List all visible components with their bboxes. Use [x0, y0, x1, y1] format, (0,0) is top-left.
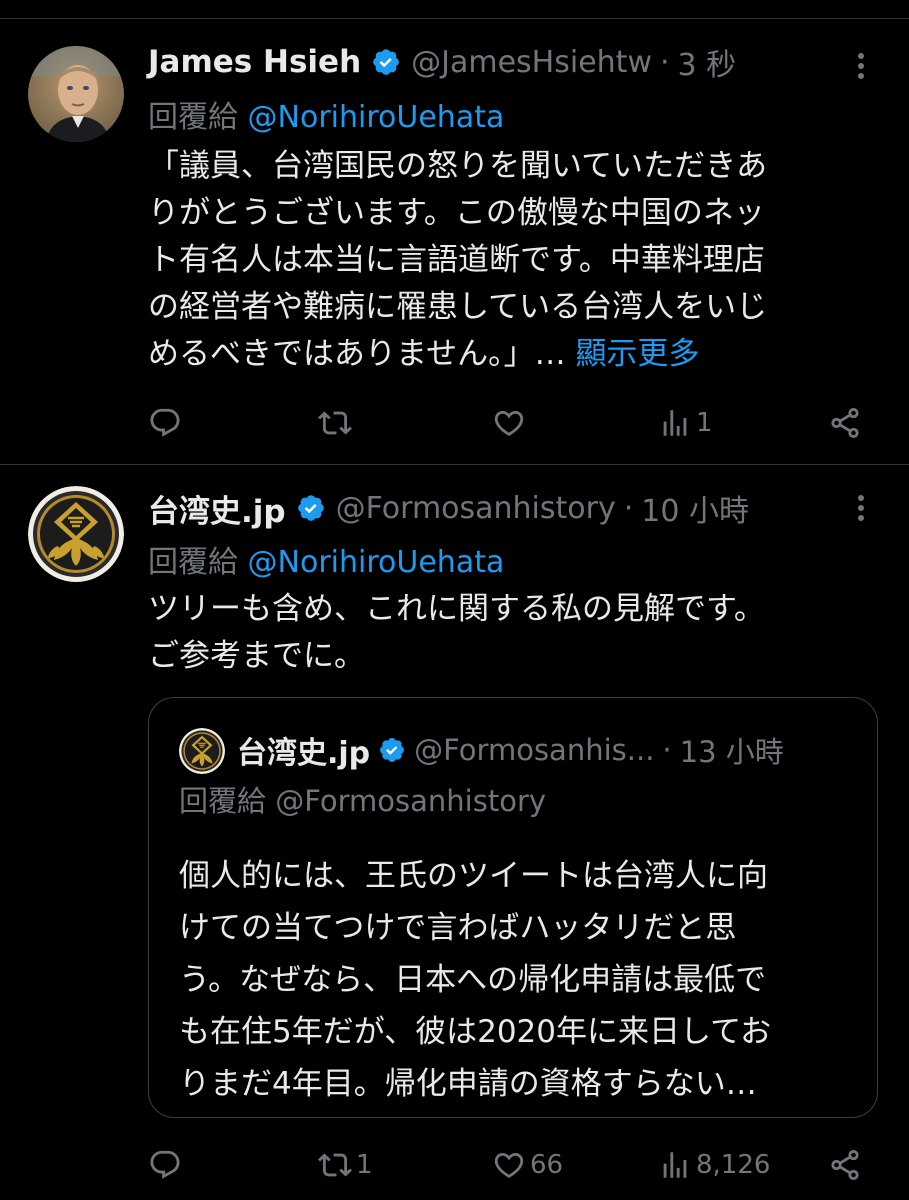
verified-badge-icon — [378, 736, 406, 764]
separator-dot: · — [662, 733, 672, 767]
more-options-icon[interactable] — [851, 490, 871, 526]
quoted-tweet-header: 台湾史.jp @Formosanhis... · 13 小時 — [237, 728, 784, 772]
tweet-text-line: ト有名人は本当に言語道断です。中華料理店 — [148, 242, 765, 278]
views-count: 8,126 — [696, 1150, 771, 1180]
avatar[interactable] — [28, 486, 124, 582]
views-button[interactable]: 1 — [658, 401, 713, 445]
timestamp[interactable]: 3 秒 — [678, 40, 737, 84]
replying-to: 回覆給 @NorihiroUehata — [148, 92, 504, 136]
separator-dot: · — [623, 490, 634, 526]
tweet-text-line: ツリーも含め、これに関する私の見解です。 — [148, 591, 765, 627]
tweet-text-line-last: めるべきではありません。」… 顯示更多 — [148, 331, 767, 378]
like-button[interactable]: 66 — [492, 1143, 563, 1187]
tweet-text-line: ご参考までに。 — [148, 638, 365, 674]
avatar[interactable] — [28, 46, 124, 142]
display-name[interactable]: 台湾史.jp — [148, 486, 286, 531]
separator-dot: · — [659, 44, 670, 80]
retweet-button[interactable]: 1 — [318, 1143, 373, 1187]
retweet-count: 1 — [356, 1150, 373, 1180]
replying-to: 回覆給 @NorihiroUehata — [148, 537, 504, 581]
heart-icon — [494, 410, 524, 436]
tweet-text: 「議員、台湾国民の怒りを聞いていただきあ りがとうございます。この傲慢な中国のネ… — [148, 143, 767, 378]
share-button[interactable] — [828, 401, 862, 445]
quoted-text-line: 個人的には、王氏のツイートは台湾人に向 — [179, 858, 768, 894]
crest-logo-icon — [28, 486, 124, 582]
quoted-tweet-card[interactable]: 台湾史.jp @Formosanhis... · 13 小時 回覆給 @Form… — [148, 697, 878, 1118]
avatar-portrait-image — [28, 46, 124, 142]
reply-prefix: 回覆給 — [179, 784, 267, 818]
quoted-text-line: う。なぜなら、日本への帰化申請は最低で — [179, 962, 767, 998]
display-name[interactable]: James Hsieh — [148, 44, 361, 80]
like-count: 66 — [530, 1150, 564, 1180]
share-icon — [831, 1149, 859, 1181]
reply-mention-link[interactable]: @NorihiroUehata — [248, 545, 505, 580]
quoted-text-line: りまだ4年目。帰化申請の資格すらない… — [179, 1066, 757, 1102]
tweet-header: James Hsieh @JamesHsiehtw · 3 秒 — [148, 40, 736, 84]
quoted-avatar — [179, 728, 225, 774]
reply-button[interactable] — [148, 401, 182, 445]
quoted-timestamp: 13 小時 — [679, 735, 784, 769]
timestamp[interactable]: 10 小時 — [641, 486, 749, 530]
quoted-handle: @Formosanhis... — [414, 733, 655, 767]
tweet-actions: 1 — [148, 401, 868, 445]
heart-icon — [494, 1152, 524, 1178]
views-icon — [663, 1152, 687, 1178]
views-button[interactable]: 8,126 — [658, 1143, 770, 1187]
tweet-text: ツリーも含め、これに関する私の見解です。 ご参考までに。 — [148, 586, 765, 680]
retweet-icon — [318, 411, 352, 435]
reply-button[interactable] — [148, 1143, 182, 1187]
handle[interactable]: @Formosanhistory — [336, 491, 616, 526]
top-divider — [0, 18, 909, 19]
verified-badge-icon — [371, 47, 401, 77]
tweet-text-line: 「議員、台湾国民の怒りを聞いていただきあ — [148, 148, 768, 184]
reply-mention-link[interactable]: @NorihiroUehata — [248, 100, 505, 135]
views-icon — [663, 410, 687, 436]
quoted-display-name: 台湾史.jp — [237, 736, 371, 771]
reply-prefix: 回覆給 — [148, 545, 238, 580]
reply-icon — [150, 408, 180, 437]
crest-logo-icon — [179, 728, 225, 774]
verified-badge-icon — [296, 493, 326, 523]
quoted-reply-mention: @Formosanhistory — [275, 784, 547, 818]
reply-prefix: 回覆給 — [148, 100, 238, 135]
quoted-text-line: けての当てつけで言わばハッタリだと思 — [179, 910, 737, 946]
views-count: 1 — [696, 408, 713, 438]
reply-icon — [150, 1150, 180, 1179]
quoted-replying-to: 回覆給 @Formosanhistory — [179, 778, 546, 820]
tweet-text-line: めるべきではありません。」… — [148, 336, 566, 372]
retweet-icon — [318, 1153, 352, 1177]
retweet-button[interactable] — [318, 401, 356, 445]
tweet-actions: 1 66 8,126 — [148, 1143, 868, 1187]
tweet-text-line: りがとうございます。この傲慢な中国のネッ — [148, 195, 765, 231]
share-icon — [831, 407, 859, 439]
share-button[interactable] — [828, 1143, 862, 1187]
tweet-text-line: の経営者や難病に罹患している台湾人をいじ — [148, 289, 768, 325]
quoted-tweet-text: 個人的には、王氏のツイートは台湾人に向 けての当てつけで言わばハッタリだと思 う… — [179, 850, 771, 1110]
tweet-header: 台湾史.jp @Formosanhistory · 10 小時 — [148, 486, 749, 530]
more-options-icon[interactable] — [851, 48, 871, 84]
show-more-link[interactable]: 顯示更多 — [575, 336, 699, 372]
tweet-divider — [0, 464, 909, 465]
handle[interactable]: @JamesHsiehtw — [411, 45, 652, 80]
quoted-text-line: も在住5年だが、彼は2020年に来日してお — [179, 1014, 772, 1050]
like-button[interactable] — [492, 401, 530, 445]
